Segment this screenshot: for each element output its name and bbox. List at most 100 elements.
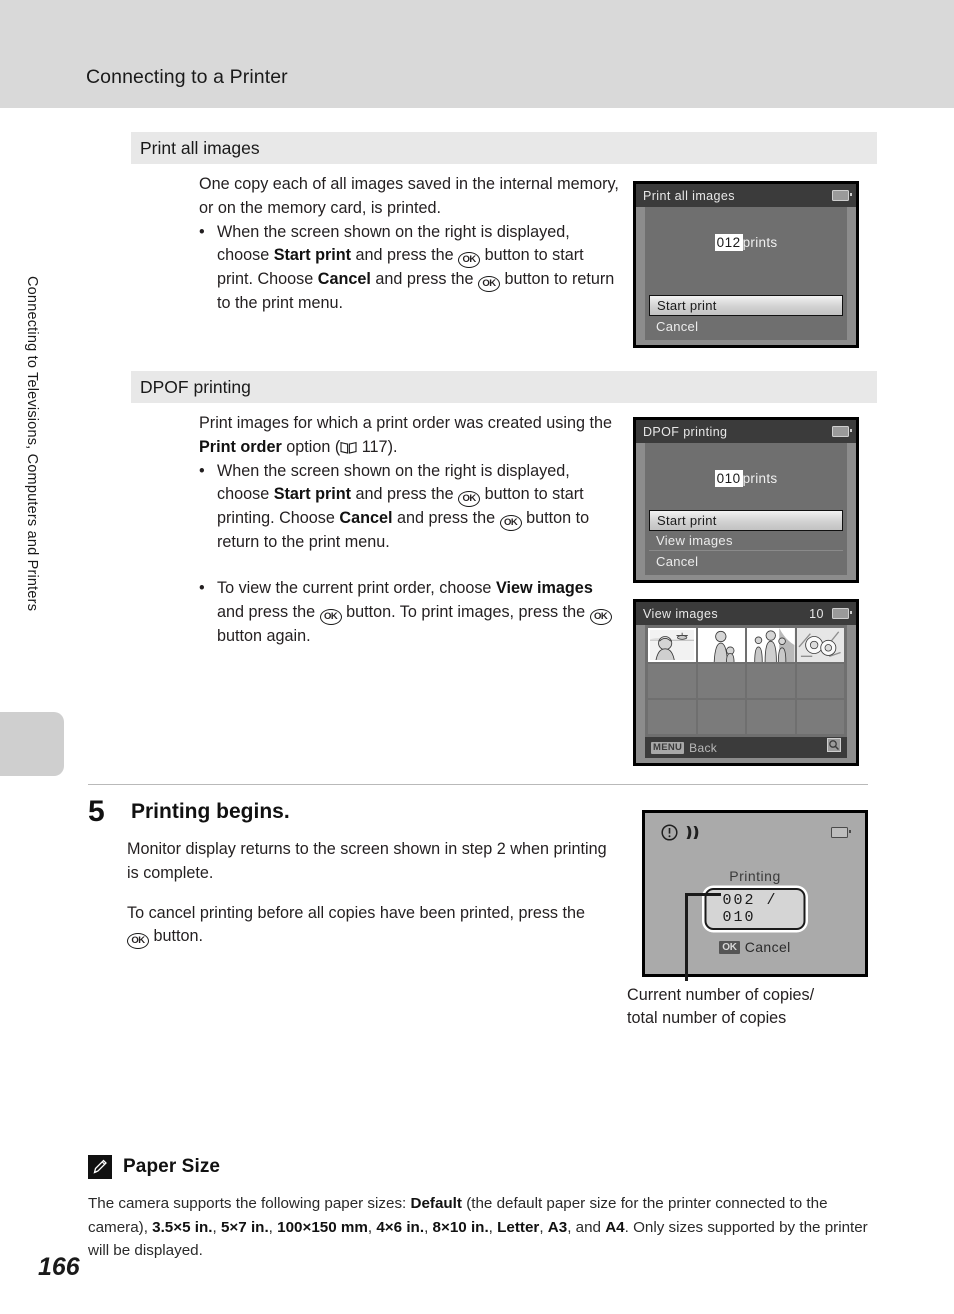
lcd-inner: Printing 002 / 010 OK Cancel <box>645 813 865 974</box>
bullet-text-mid2: button. To print images, press the <box>341 603 590 622</box>
menu-button-badge: MENU <box>651 741 685 754</box>
menu-item-label: Cancel <box>656 318 699 334</box>
note-title: Paper Size <box>123 1156 221 1177</box>
bold-start-print: Start print <box>273 246 352 265</box>
sep: , <box>539 1218 548 1236</box>
thumbnail-empty <box>648 700 696 734</box>
print-count-unit: prints <box>742 471 778 486</box>
lcd-titlebar: DPOF printing <box>636 420 856 443</box>
chapter-label: Connecting to Televisions, Computers and… <box>24 276 40 612</box>
section-heading-print-all-images: Print all images <box>131 132 877 164</box>
thumbnail-family[interactable] <box>747 628 795 662</box>
thumbnail-empty <box>697 700 745 734</box>
callout-caption: Current number of copies/ total number o… <box>627 984 897 1030</box>
ok-button-icon: OK <box>458 252 481 269</box>
print-count-row: 012 prints <box>645 234 847 251</box>
lcd-menu-list: Start print Cancel <box>649 295 843 336</box>
bullet-marker: • <box>199 222 205 241</box>
lcd-footer: MENU Back <box>645 737 847 758</box>
section-body-print-all-images: One copy each of all images saved in the… <box>199 173 619 316</box>
screen-dpof-printing: DPOF printing 010 prints Start print View… <box>633 417 859 583</box>
screen-view-images: View images 10 MENU Back <box>633 599 859 766</box>
bold-view-images: View images <box>495 579 593 598</box>
lcd-menu-list: Start print View images Cancel <box>649 510 843 571</box>
paper-size-letter: Letter <box>497 1218 540 1236</box>
bullet-item: • When the screen shown on the right is … <box>199 460 619 556</box>
section-heading-label: DPOF printing <box>140 376 251 397</box>
thumbnail-empty <box>648 664 696 698</box>
bullet-text-pre: To view the current print order, choose <box>217 579 496 598</box>
ok-button-icon: OK <box>589 609 612 626</box>
lcd-title: Print all images <box>643 188 735 203</box>
step-number: 5 <box>88 795 105 828</box>
thumbnail-girl-beach[interactable] <box>648 628 696 662</box>
step-title: Printing begins. <box>131 800 290 823</box>
print-count-unit: prints <box>742 235 778 250</box>
bullet-text-post: button again. <box>217 627 311 646</box>
lcd-inner: View images 10 MENU Back <box>636 602 856 763</box>
manual-reference-icon <box>340 441 357 454</box>
page-title: Connecting to a Printer <box>86 66 288 88</box>
note-body: The camera supports the following paper … <box>88 1192 878 1263</box>
intro-pre: Print images for which a print order was… <box>199 414 612 432</box>
paper-size-4x6: 4×6 in. <box>376 1218 425 1236</box>
callout-leader-horizontal <box>685 893 721 896</box>
lcd-title: DPOF printing <box>643 424 728 439</box>
bold-start-print: Start print <box>273 485 352 504</box>
note-header: Paper Size <box>88 1155 220 1179</box>
step-paragraph-1: Monitor display returns to the screen sh… <box>127 840 607 882</box>
section-heading-dpof-printing: DPOF printing <box>131 371 877 403</box>
thumbnail-flowers[interactable] <box>796 628 844 662</box>
thumbnail-empty <box>747 664 795 698</box>
ok-button-badge: OK <box>719 940 740 954</box>
section-heading-label: Print all images <box>140 137 260 158</box>
menu-item-start-print[interactable]: Start print <box>649 510 843 531</box>
step-paragraph-2-pre: To cancel printing before all copies hav… <box>127 903 586 922</box>
callout-leader-vertical <box>685 893 688 981</box>
print-count-row: 010 prints <box>645 470 847 487</box>
intro-mid: option ( <box>281 437 341 456</box>
thumbnail-empty <box>796 664 844 698</box>
menu-item-cancel[interactable]: Cancel <box>649 551 843 571</box>
paper-size-a3: A3 <box>547 1218 568 1236</box>
bullet-marker: • <box>199 579 205 598</box>
bullet-text-mid3: and press the <box>370 270 478 289</box>
menu-item-view-images[interactable]: View images <box>649 531 843 551</box>
lcd-inner: Print all images 012 prints Start print C… <box>636 184 856 345</box>
ok-button-icon: OK <box>458 491 481 508</box>
sep: , <box>268 1218 278 1236</box>
menu-item-start-print[interactable]: Start print <box>649 295 843 316</box>
paper-size-3_5x5: 3.5×5 in. <box>152 1218 213 1236</box>
menu-item-cancel[interactable]: Cancel <box>649 316 843 336</box>
ok-button-icon: OK <box>477 276 500 293</box>
paper-size-a4: A4 <box>605 1218 625 1236</box>
battery-icon <box>832 426 852 437</box>
thumbnail-woman-child[interactable] <box>697 628 745 662</box>
bullet-text-mid1: and press the <box>351 246 459 265</box>
menu-item-label: Start print <box>657 298 717 313</box>
paragraph-intro: One copy each of all images saved in the… <box>199 175 619 217</box>
lcd-title: View images <box>643 606 719 621</box>
intro-post: ). <box>387 437 398 456</box>
print-count-value: 010 <box>714 470 743 487</box>
bullet-item: • To view the current print order, choos… <box>199 577 619 649</box>
paragraph-intro: Print images for which a print order was… <box>199 412 619 460</box>
image-count: 10 <box>809 606 824 621</box>
page-header-band <box>0 0 954 108</box>
back-label[interactable]: Back <box>689 741 717 755</box>
paper-size-default: Default <box>410 1195 462 1212</box>
battery-icon <box>831 827 851 838</box>
step-body: Monitor display returns to the screen sh… <box>127 838 607 950</box>
printing-status-label: Printing <box>729 868 781 884</box>
magnifier-icon[interactable] <box>827 738 841 757</box>
bullet-text: When the screen shown on the right is di… <box>217 221 619 317</box>
bold-cancel: Cancel <box>339 509 393 528</box>
thumbnail-empty <box>796 700 844 734</box>
sep: , <box>488 1218 498 1236</box>
bold-print-order: Print order <box>199 437 282 456</box>
camera-shake-icon <box>685 824 703 846</box>
menu-item-label: Start print <box>657 513 717 528</box>
manual-page-reference: 117 <box>361 437 388 456</box>
ok-button-icon: OK <box>127 933 149 950</box>
battery-icon <box>832 190 852 201</box>
